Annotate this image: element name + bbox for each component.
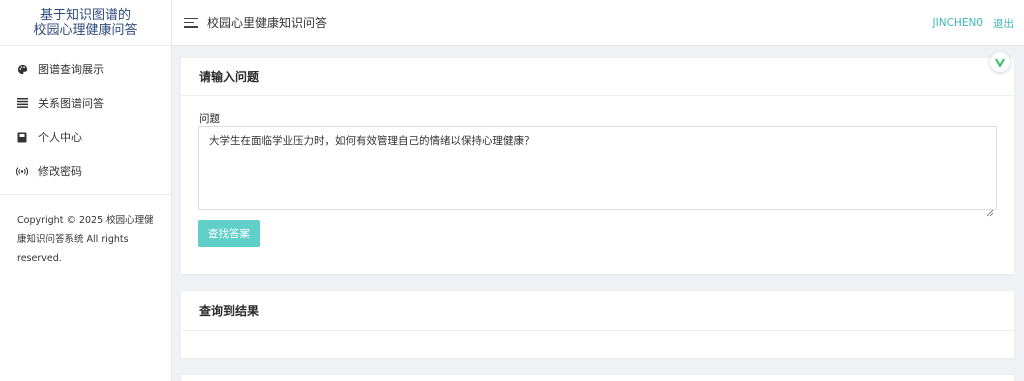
user-area: JINCHEN0 退出 (923, 0, 1014, 46)
next-card (181, 375, 1014, 381)
question-card: 请输入问题 问题 大学生在面临学业压力时，如何有效管理自己的情绪以保持心理健康？… (181, 52, 1014, 274)
sidebar-nav: 图谱查询展示 关系图谱问答 个人中心 修改密码 (0, 46, 171, 195)
sidebar-item-profile[interactable]: 个人中心 (0, 120, 171, 154)
sidebar-item-relation-qa[interactable]: 关系图谱问答 (0, 86, 171, 120)
brand-title[interactable]: 基于知识图谱的 校园心理健康问答 (0, 0, 171, 46)
question-card-title: 请输入问题 (181, 58, 1014, 96)
broadcast-icon (16, 165, 28, 177)
resize-grip-icon[interactable] (986, 202, 994, 217)
copyright-text: Copyright © 2025 校园心理健 康知识问答系统 All right… (0, 195, 171, 268)
copyright-line: 康知识问答系统 All rights (17, 234, 129, 245)
v-badge-icon[interactable] (990, 52, 1010, 72)
username-link[interactable]: JINCHEN0 (933, 17, 983, 29)
result-card: 查询到结果 (181, 291, 1014, 358)
brand-line-1: 基于知识图谱的 (39, 7, 131, 23)
sidebar-item-label: 图谱查询展示 (38, 63, 104, 76)
sidebar-item-graph-query[interactable]: 图谱查询展示 (0, 52, 171, 86)
logout-link[interactable]: 退出 (993, 16, 1014, 31)
book-icon (16, 131, 28, 143)
sidebar-item-label: 关系图谱问答 (38, 97, 104, 110)
result-card-title: 查询到结果 (181, 291, 1014, 331)
sidebar: 基于知识图谱的 校园心理健康问答 图谱查询展示 关系图谱问答 个人中心 修改密码… (0, 0, 172, 381)
menu-toggle-icon[interactable] (184, 17, 198, 28)
list-icon (16, 97, 28, 109)
sidebar-item-change-password[interactable]: 修改密码 (0, 154, 171, 188)
copyright-line: Copyright © 2025 校园心理健 (17, 215, 154, 226)
brand-line-2: 校园心理健康问答 (33, 22, 138, 38)
palette-icon (16, 63, 28, 75)
sidebar-item-label: 个人中心 (38, 131, 82, 144)
question-field-label: 问题 (199, 113, 220, 125)
find-answer-button[interactable]: 查找答案 (198, 220, 260, 247)
question-input[interactable]: 大学生在面临学业压力时，如何有效管理自己的情绪以保持心理健康？ (198, 126, 997, 210)
top-bar: 校园心里健康知识问答 JINCHEN0 退出 (172, 0, 1024, 46)
copyright-line: reserved. (17, 253, 62, 264)
page-title: 校园心里健康知识问答 (207, 16, 328, 30)
sidebar-item-label: 修改密码 (38, 165, 82, 178)
